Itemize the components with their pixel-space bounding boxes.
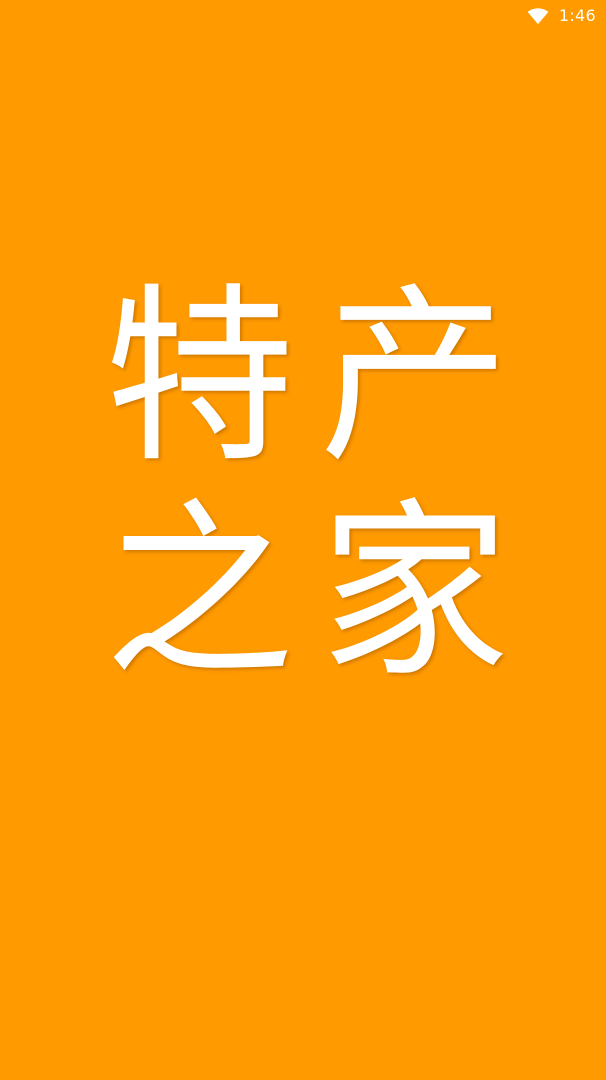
status-icons: 1:46 <box>527 4 596 28</box>
status-time: 1:46 <box>558 6 596 25</box>
app-logo-text: 特 产 之 家 <box>92 270 522 700</box>
splash-screen: 1:46 特 产 之 家 <box>0 0 606 1080</box>
logo-char-chan: 产 <box>319 266 510 488</box>
status-bar: 1:46 <box>0 0 606 32</box>
logo-char-te: 特 <box>104 266 295 488</box>
logo-char-jia: 家 <box>319 481 510 703</box>
logo-char-zhi: 之 <box>104 481 295 703</box>
wifi-icon <box>527 8 549 25</box>
